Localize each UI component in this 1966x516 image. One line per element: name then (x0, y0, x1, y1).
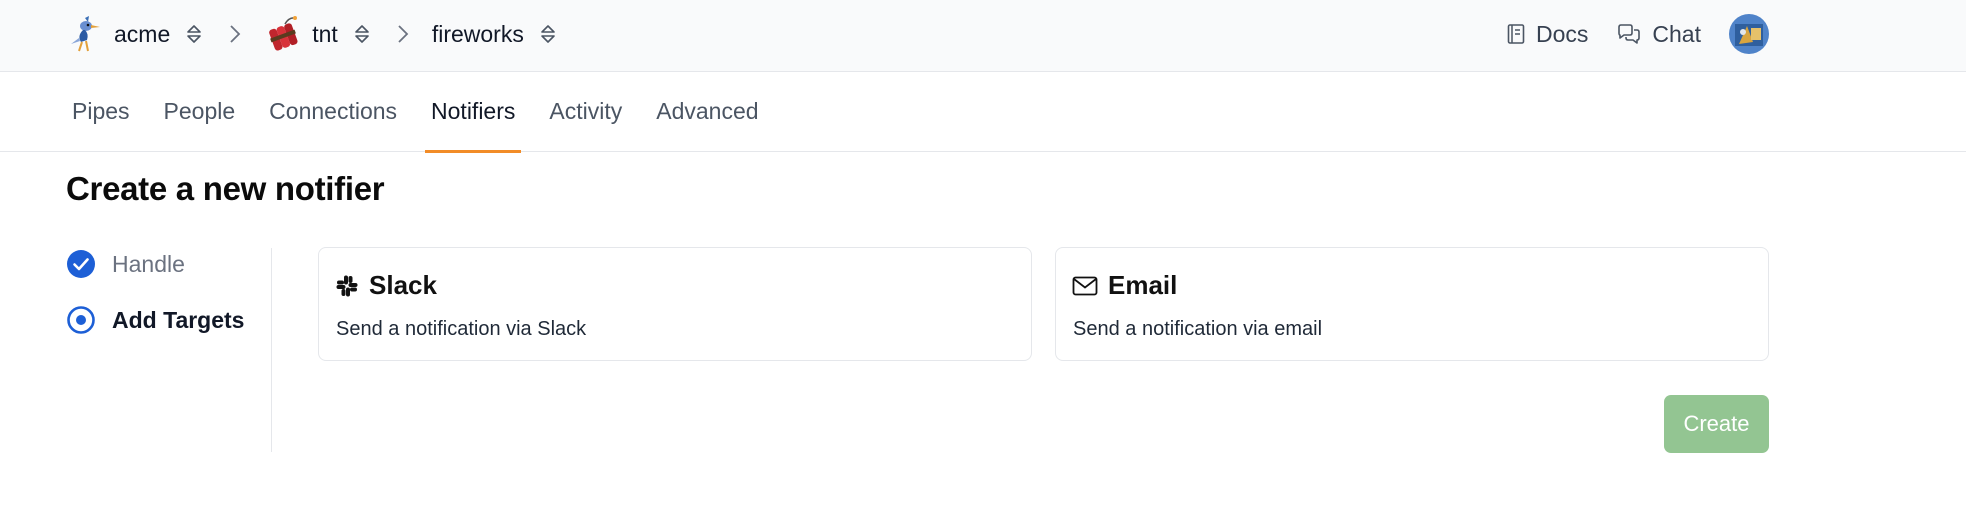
check-circle-icon (67, 250, 95, 278)
step-handle[interactable]: Handle (66, 248, 271, 280)
target-card-email[interactable]: Email Send a notification via email (1055, 247, 1769, 361)
dynamite-logo-icon (264, 14, 302, 54)
org-name: acme (114, 20, 171, 47)
top-bar: acme tnt fireworks Docs Chat (0, 0, 1966, 72)
step-add-targets[interactable]: Add Targets (66, 304, 271, 336)
project-name: tnt (312, 20, 338, 47)
chat-bubbles-icon (1618, 24, 1641, 44)
step-label: Add Targets (112, 306, 245, 333)
chevron-up-down-icon[interactable] (538, 22, 558, 46)
card-description: Send a notification via Slack (336, 318, 587, 340)
chevron-right-icon (224, 22, 246, 46)
wizard-steps: Handle Add Targets (66, 248, 272, 452)
environment-name: fireworks (431, 20, 524, 47)
tab-advanced[interactable]: Advanced (650, 72, 764, 152)
page-title: Create a new notifier (66, 170, 385, 207)
target-card-slack[interactable]: Slack Send a notification via Slack (318, 247, 1032, 361)
breadcrumb-environment[interactable]: fireworks (432, 21, 558, 48)
header-actions: Docs Chat (1506, 12, 1966, 56)
chat-link[interactable]: Chat (1616, 21, 1701, 48)
breadcrumb-org[interactable]: acme (66, 14, 204, 54)
section-tabs: Pipes People Connections Notifiers Activ… (0, 72, 1966, 153)
card-title: Slack (369, 270, 437, 300)
breadcrumb: acme tnt fireworks (66, 12, 558, 56)
docs-label: Docs (1536, 20, 1589, 47)
book-icon (1507, 24, 1525, 44)
card-title: Email (1108, 270, 1178, 300)
user-avatar[interactable] (1729, 14, 1769, 54)
chat-label: Chat (1652, 20, 1701, 47)
current-step-icon (67, 306, 95, 334)
breadcrumb-project[interactable]: tnt (264, 14, 372, 54)
envelope-icon (1072, 276, 1098, 295)
tab-connections[interactable]: Connections (263, 72, 403, 152)
step-label: Handle (112, 250, 185, 277)
tab-notifiers[interactable]: Notifiers (425, 72, 522, 153)
tab-activity[interactable]: Activity (543, 72, 628, 152)
roadrunner-logo-icon (66, 14, 104, 54)
slack-icon (336, 275, 358, 296)
chevron-up-down-icon[interactable] (352, 22, 372, 46)
card-description: Send a notification via email (1073, 318, 1323, 340)
tab-pipes[interactable]: Pipes (66, 72, 136, 152)
tab-people[interactable]: People (158, 72, 242, 152)
create-button[interactable]: Create (1664, 395, 1769, 453)
chevron-up-down-icon[interactable] (184, 22, 204, 46)
docs-link[interactable]: Docs (1506, 21, 1588, 48)
chevron-right-icon (392, 22, 414, 46)
